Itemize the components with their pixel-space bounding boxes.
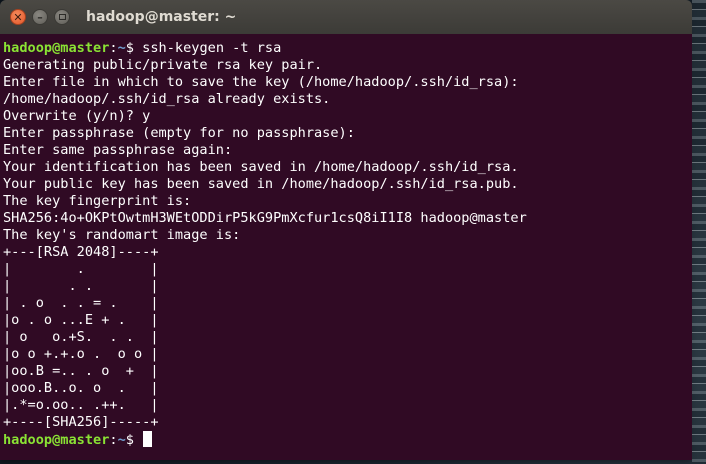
prompt-separator: :: [109, 432, 118, 448]
prompt-user: hadoop@master: [3, 40, 110, 56]
close-icon: ✕: [13, 10, 23, 24]
output-line: The key's randomart image is:: [3, 227, 241, 243]
maximize-window-button[interactable]: [54, 9, 70, 25]
prompt-user: hadoop@master: [3, 432, 110, 448]
terminal-window: ✕ – hadoop@master: ~ hadoop@master:~$ ss…: [0, 0, 692, 460]
output-line: The key fingerprint is:: [3, 193, 192, 209]
randomart-line: | o o.+S. . . |: [3, 329, 159, 345]
prompt-path: ~: [117, 40, 126, 56]
output-line: Enter same passphrase again:: [3, 142, 233, 158]
minimize-icon: –: [37, 10, 43, 24]
randomart-line: |o . o ...E + . |: [3, 312, 159, 328]
window-title: hadoop@master: ~: [86, 9, 237, 25]
randomart-line: |o o +.+.o . o o |: [3, 346, 159, 362]
desktop-background: ✕ – hadoop@master: ~ hadoop@master:~$ ss…: [0, 0, 706, 464]
randomart-line: | . o . . = . |: [3, 295, 159, 311]
randomart-line: |oo.B =.. . o + |: [3, 363, 159, 379]
prompt-path: ~: [117, 432, 126, 448]
randomart-line: | . |: [3, 261, 159, 277]
text-cursor: [143, 431, 153, 447]
output-line: /home/hadoop/.ssh/id_rsa already exists.: [3, 91, 331, 107]
prompt-symbol: $: [125, 432, 143, 448]
command-text: ssh-keygen -t rsa: [142, 40, 282, 56]
randomart-line: | . . |: [3, 278, 159, 294]
output-line: Your identification has been saved in /h…: [3, 159, 519, 175]
current-prompt-line[interactable]: hadoop@master:~$: [3, 431, 692, 448]
command-line: hadoop@master:~$ ssh-keygen -t rsa: [3, 40, 692, 57]
output-line: Your public key has been saved in /home/…: [3, 176, 519, 192]
randomart-line: |.*=o.oo.. .++. |: [3, 397, 159, 413]
randomart-line: |ooo.B..o. o . |: [3, 380, 159, 396]
randomart-line: +---[RSA 2048]----+: [3, 244, 159, 260]
output-line: Enter file in which to save the key (/ho…: [3, 74, 519, 90]
output-line: Enter passphrase (empty for no passphras…: [3, 125, 355, 141]
close-window-button[interactable]: ✕: [10, 9, 26, 25]
prompt-symbol: $: [125, 40, 143, 56]
output-line: Generating public/private rsa key pair.: [3, 57, 323, 73]
output-line: Overwrite (y/n)? y: [3, 108, 151, 124]
window-titlebar[interactable]: ✕ – hadoop@master: ~: [0, 0, 692, 34]
randomart-line: +----[SHA256]-----+: [3, 414, 159, 430]
output-line: SHA256:4o+OKPtOwtmH3WEtODDirP5kG9PmXcfur…: [3, 210, 527, 226]
prompt-separator: :: [109, 40, 118, 56]
terminal-content[interactable]: hadoop@master:~$ ssh-keygen -t rsa Gener…: [0, 34, 692, 460]
minimize-window-button[interactable]: –: [32, 9, 48, 25]
maximize-icon: [58, 14, 66, 20]
